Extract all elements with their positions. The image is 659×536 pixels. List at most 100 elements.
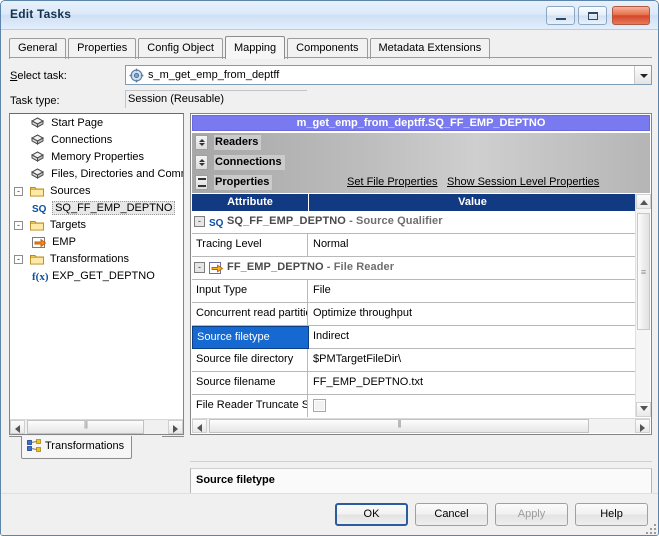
tree-item-exp-get-deptno[interactable]: f(x) EXP_GET_DEPTNO xyxy=(10,269,183,286)
expander-icon[interactable]: - xyxy=(14,254,23,264)
attribute-value[interactable]: Indirect xyxy=(310,326,635,348)
attribute-label: Source file directory xyxy=(192,349,308,371)
table-row[interactable]: Source filename FF_EMP_DEPTNO.txt xyxy=(192,372,635,395)
scroll-right-icon[interactable] xyxy=(168,420,183,434)
tree-item-memory-properties[interactable]: Memory Properties xyxy=(10,150,183,167)
tree-horizontal-scrollbar[interactable] xyxy=(10,419,183,434)
tab-metadata-extensions[interactable]: Metadata Extensions xyxy=(369,38,491,59)
table-row[interactable]: Tracing Level Normal xyxy=(192,234,635,257)
group-row-file-reader[interactable]: - FF_EMP_DEPTNO - File Reader xyxy=(192,257,635,280)
tree-item-targets[interactable]: - Targets xyxy=(10,218,183,235)
attribute-label: Tracing Level xyxy=(192,234,308,256)
group-name: FF_EMP_DEPTNO xyxy=(227,261,324,273)
tab-general[interactable]: General xyxy=(9,38,67,59)
grid-horizontal-scrollbar[interactable] xyxy=(192,418,650,433)
set-file-properties-link[interactable]: Set File Properties xyxy=(347,176,437,188)
expander-icon[interactable]: - xyxy=(14,220,23,230)
tabstrip-rule-right xyxy=(162,436,184,437)
close-icon[interactable] xyxy=(612,6,650,25)
collapse-icon[interactable] xyxy=(195,175,208,190)
scroll-left-icon[interactable] xyxy=(10,420,25,434)
scrollbar-thumb[interactable] xyxy=(27,420,144,434)
attribute-value[interactable]: $PMTargetFileDir\ xyxy=(310,349,635,371)
tab-components[interactable]: Components xyxy=(287,38,368,59)
tree-item-start-page[interactable]: Start Page xyxy=(10,116,183,133)
group-row-source-qualifier[interactable]: - SQ SQ_FF_EMP_DEPTNO - Source Qualifier xyxy=(192,211,635,234)
scroll-left-icon[interactable] xyxy=(192,419,207,433)
scroll-down-icon[interactable] xyxy=(636,402,651,417)
show-session-level-properties-link[interactable]: Show Session Level Properties xyxy=(447,176,599,188)
group-suffix: - File Reader xyxy=(323,261,395,273)
table-row[interactable]: Input Type File xyxy=(192,280,635,303)
clipped-row xyxy=(192,411,635,417)
tree-item-label: Start Page xyxy=(51,117,104,129)
attribute-value[interactable]: Optimize throughput xyxy=(310,303,635,325)
section-properties[interactable]: Properties Set File Properties Show Sess… xyxy=(192,173,650,193)
attribute-value[interactable]: File xyxy=(310,280,635,302)
expander-icon[interactable]: - xyxy=(194,262,205,273)
attribute-label: Source filename xyxy=(192,372,308,394)
title-bar[interactable]: Edit Tasks xyxy=(1,1,658,30)
folder-icon xyxy=(30,253,45,266)
tab-mapping[interactable]: Mapping xyxy=(224,36,286,59)
attribute-value[interactable]: Normal xyxy=(310,234,635,256)
transformations-icon xyxy=(27,438,41,452)
select-task-value: s_m_get_emp_from_deptff xyxy=(148,69,280,81)
chevron-down-icon[interactable] xyxy=(634,66,651,84)
tab-transformations[interactable]: Transformations xyxy=(21,436,133,459)
expand-collapse-icon[interactable] xyxy=(195,135,208,150)
table-row[interactable]: Source file directory $PMTargetFileDir\ xyxy=(192,349,635,372)
grid-vertical-scrollbar[interactable] xyxy=(635,194,651,417)
window-title: Edit Tasks xyxy=(10,7,72,21)
scroll-right-icon[interactable] xyxy=(635,419,650,433)
scrollbar-thumb[interactable] xyxy=(209,419,589,433)
column-header-value[interactable]: Value xyxy=(310,194,635,211)
minimize-button[interactable] xyxy=(546,6,575,25)
tree-item-files-directories[interactable]: Files, Directories and Comm xyxy=(10,167,183,184)
mapping-header-title: m_get_emp_from_deptff.SQ_FF_EMP_DEPTNO xyxy=(192,115,650,131)
svg-text:f(x): f(x) xyxy=(32,271,48,282)
expander-icon[interactable]: - xyxy=(14,186,23,196)
select-task-label: Select task: xyxy=(10,70,67,82)
tab-properties[interactable]: Properties xyxy=(68,38,137,59)
table-row[interactable]: Concurrent read partitioning Optimize th… xyxy=(192,303,635,326)
description-separator xyxy=(190,461,652,462)
dialog-client-area: General Properties Config Object Mapping… xyxy=(1,30,658,535)
section-connections[interactable]: Connections xyxy=(192,153,650,173)
mapping-tree[interactable]: Start Page Connections Memory Properties xyxy=(10,116,183,418)
tree-item-label: EMP xyxy=(52,236,76,248)
cancel-button[interactable]: Cancel xyxy=(415,503,488,526)
tree-item-sq-ff-emp-deptno[interactable]: SQ SQ_FF_EMP_DEPTNO xyxy=(10,201,183,218)
section-readers[interactable]: Readers xyxy=(192,133,650,153)
tree-item-emp[interactable]: EMP xyxy=(10,235,183,252)
table-row-selected[interactable]: Source filetype Indirect xyxy=(192,326,635,349)
attribute-value[interactable]: FF_EMP_DEPTNO.txt xyxy=(310,372,635,394)
target-arrow-icon xyxy=(32,236,47,249)
expand-collapse-icon[interactable] xyxy=(195,155,208,170)
tree-item-label: Memory Properties xyxy=(51,151,145,163)
source-qualifier-icon: SQ xyxy=(32,202,47,215)
attribute-label: Source filetype xyxy=(192,326,309,349)
column-header-attribute[interactable]: Attribute xyxy=(192,194,309,211)
tree-item-connections[interactable]: Connections xyxy=(10,133,183,150)
grid-column-headers: Attribute Value xyxy=(192,194,635,211)
task-type-label: Task type: xyxy=(10,95,60,107)
attribute-label: Concurrent read partitioning xyxy=(192,303,308,325)
maximize-button[interactable] xyxy=(578,6,607,25)
group-suffix: - Source Qualifier xyxy=(345,215,443,227)
resize-grip[interactable] xyxy=(643,521,656,534)
attribute-grid: - SQ SQ_FF_EMP_DEPTNO - Source Qualifier… xyxy=(192,211,635,417)
select-task-combobox[interactable]: s_m_get_emp_from_deptff xyxy=(125,65,652,85)
scroll-up-icon[interactable] xyxy=(636,194,651,209)
help-button[interactable]: Help xyxy=(575,503,648,526)
expander-icon[interactable]: - xyxy=(194,216,205,227)
tree-bottom-tabstrip: Transformations xyxy=(9,436,184,460)
tree-item-sources[interactable]: - Sources xyxy=(10,184,183,201)
description-title: Source filetype xyxy=(196,474,275,486)
tab-config-object[interactable]: Config Object xyxy=(138,38,223,59)
diamond-icon xyxy=(31,151,45,164)
ok-button[interactable]: OK xyxy=(335,503,408,526)
svg-text:SQ: SQ xyxy=(32,204,47,214)
tree-item-transformations[interactable]: - Transformations xyxy=(10,252,183,269)
scrollbar-thumb[interactable] xyxy=(637,213,650,330)
